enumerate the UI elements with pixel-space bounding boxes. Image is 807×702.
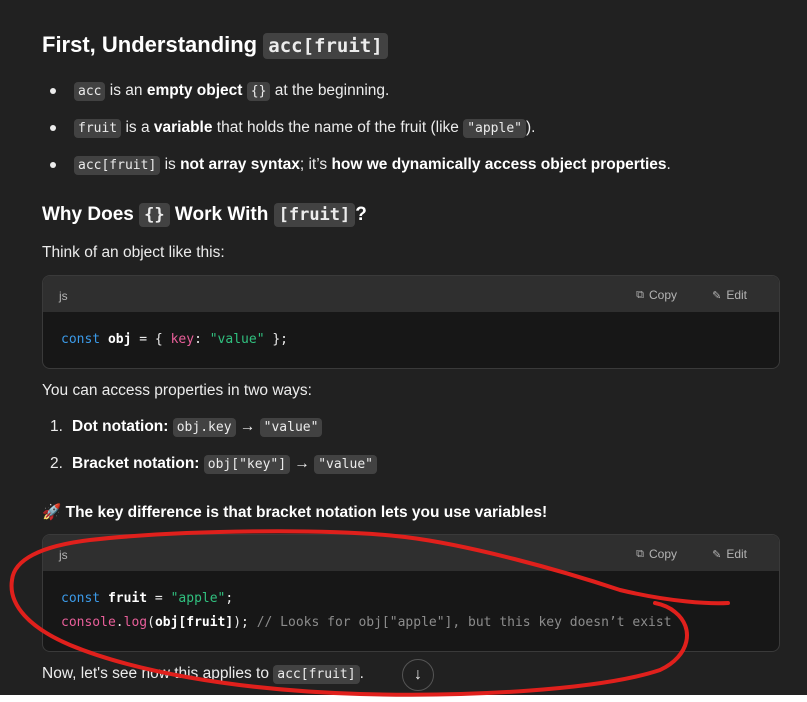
inline-code: acc[fruit]	[263, 33, 388, 59]
section-heading-understanding: First, Understanding acc[fruit]	[42, 32, 388, 59]
pencil-icon: ✎	[712, 548, 722, 561]
pencil-icon: ✎	[712, 289, 722, 302]
bullet-list: acc is an empty object {} at the beginni…	[42, 78, 671, 189]
code-content: const obj = { key: "value" };	[61, 332, 289, 347]
scroll-down-button[interactable]: ↓	[402, 659, 434, 691]
list-item: fruit is a variable that holds the name …	[50, 115, 671, 152]
composer-edge	[0, 695, 807, 702]
code-block: js ⧉ Copy ✎ Edit const obj = { key: "val…	[42, 275, 780, 369]
list-item: 1. Dot notation: obj.key → "value"	[50, 414, 377, 451]
copy-button[interactable]: ⧉ Copy	[636, 288, 677, 302]
paragraph: Now, let's see how this applies to acc[f…	[42, 665, 364, 684]
list-item: 2. Bracket notation: obj["key"] → "value"	[50, 451, 377, 488]
list-item: acc is an empty object {} at the beginni…	[50, 78, 671, 115]
code-language-label: js	[59, 289, 68, 303]
numbered-list: 1. Dot notation: obj.key → "value" 2. Brac…	[42, 414, 377, 488]
paragraph: You can access properties in two ways:	[42, 382, 312, 399]
arrow-down-icon: ↓	[414, 666, 422, 683]
paragraph: Think of an object like this:	[42, 244, 225, 261]
edit-button[interactable]: ✎ Edit	[712, 288, 747, 302]
copy-button[interactable]: ⧉ Copy	[636, 547, 677, 561]
rocket-icon: 🚀	[42, 504, 62, 521]
code-content: const fruit = "apple"; console.log(obj[f…	[61, 591, 672, 630]
code-block: js ⧉ Copy ✎ Edit const fruit = "apple"; …	[42, 534, 780, 652]
copy-icon: ⧉	[636, 288, 644, 301]
code-block-header: js ⧉ Copy ✎ Edit	[43, 535, 779, 571]
copy-icon: ⧉	[636, 547, 644, 560]
key-difference-note: 🚀 The key difference is that bracket not…	[42, 504, 548, 521]
code-block-header: js ⧉ Copy ✎ Edit	[43, 276, 779, 312]
list-item: acc[fruit] is not array syntax; it’s how…	[50, 152, 671, 189]
code-language-label: js	[59, 548, 68, 562]
edit-button[interactable]: ✎ Edit	[712, 547, 747, 561]
section-heading-why: Why Does {} Work With [fruit]?	[42, 203, 367, 227]
